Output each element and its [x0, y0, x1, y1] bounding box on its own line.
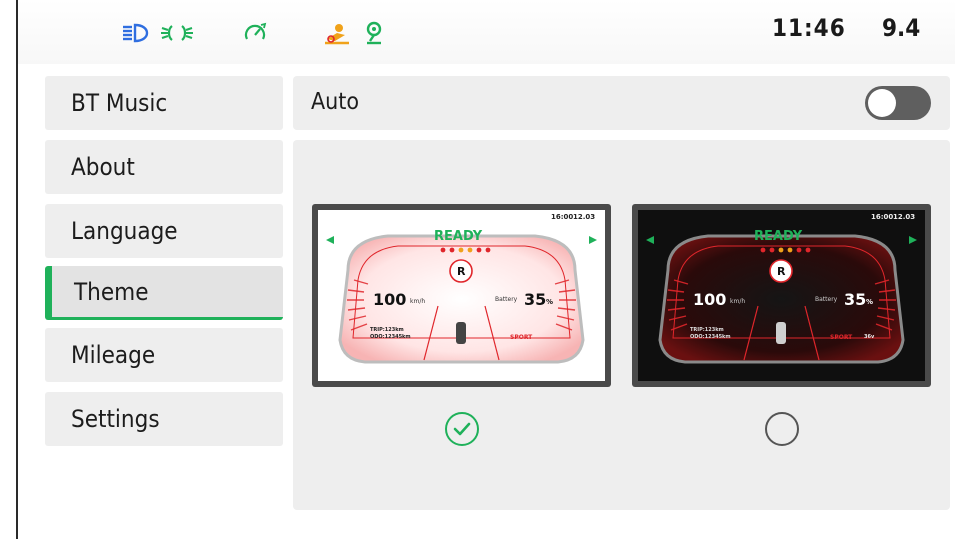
- menu-item-mileage[interactable]: Mileage: [45, 328, 283, 382]
- preview-battery-unit: %: [866, 298, 874, 306]
- auto-label: Auto: [311, 89, 360, 115]
- engine-mode-icon: [323, 20, 351, 46]
- dark-dashboard-preview: 12.03 16:00 READY R 100 km/h Battery 35 …: [638, 210, 925, 381]
- theme-thumbnail-dark[interactable]: 12.03 16:00 READY R 100 km/h Battery 35 …: [632, 204, 931, 387]
- kickstand-icon: [364, 20, 384, 46]
- preview-value: 12.03: [573, 213, 596, 221]
- theme-dark-radio[interactable]: [765, 412, 799, 446]
- clock: 11:46: [772, 14, 846, 42]
- low-beam-icon: [121, 20, 149, 46]
- preview-gear: R: [777, 265, 786, 278]
- theme-light-radio[interactable]: [445, 412, 479, 446]
- preview-trip: TRIP:123km: [370, 327, 404, 333]
- theme-options-panel: 12.03 16:00 READY R 100 km/h Battery 35 …: [293, 140, 950, 510]
- preview-battery-unit: %: [546, 298, 554, 306]
- theme-thumbnail-light[interactable]: 12.03 16:00 READY R 100 km/h Battery 35 …: [312, 204, 611, 387]
- menu-item-label: Theme: [74, 277, 149, 306]
- cruise-control-icon: [243, 20, 267, 46]
- preview-mode: SPORT: [510, 334, 533, 341]
- preview-time: 16:00: [551, 213, 574, 221]
- menu-item-label: Language: [71, 217, 178, 245]
- preview-value: 12.03: [893, 213, 916, 221]
- preview-battery: 35: [844, 290, 867, 309]
- trip-value: 9.4: [882, 14, 921, 42]
- menu-item-theme[interactable]: Theme: [45, 266, 283, 320]
- menu-item-about[interactable]: About: [45, 140, 283, 194]
- screen-edge: [16, 0, 18, 539]
- menu-item-label: BT Music: [71, 89, 168, 117]
- preview-odo: ODO:12345km: [370, 334, 411, 340]
- preview-time: 16:00: [871, 213, 894, 221]
- preview-odo: ODO:12345km: [690, 334, 731, 340]
- menu-item-label: Settings: [71, 405, 160, 433]
- auto-theme-row: Auto: [293, 76, 950, 130]
- menu-item-settings[interactable]: Settings: [45, 392, 283, 446]
- preview-speed-unit: km/h: [730, 298, 746, 305]
- menu-item-language[interactable]: Language: [45, 204, 283, 258]
- preview-speed: 100: [693, 290, 727, 309]
- preview-trip: TRIP:123km: [690, 327, 724, 333]
- toggle-knob: [868, 89, 896, 117]
- preview-mode: SPORT: [830, 334, 853, 341]
- side-light-icon: [160, 20, 194, 46]
- status-bar: 11:46 9.4: [0, 0, 955, 64]
- preview-battery: 35: [524, 290, 547, 309]
- preview-speed: 100: [373, 290, 407, 309]
- preview-speed-unit: km/h: [410, 298, 426, 305]
- preview-gear: R: [457, 265, 466, 278]
- preview-battery-label: Battery: [495, 296, 518, 303]
- auto-toggle[interactable]: [865, 86, 931, 120]
- preview-ready: READY: [434, 229, 483, 244]
- preview-voltage: 36v: [864, 334, 875, 340]
- preview-ready: READY: [754, 229, 803, 244]
- light-dashboard-preview: 12.03 16:00 READY R 100 km/h Battery 35 …: [318, 210, 605, 381]
- menu-item-bt-music[interactable]: BT Music: [45, 76, 283, 130]
- menu-item-label: Mileage: [71, 341, 156, 369]
- preview-battery-label: Battery: [815, 296, 838, 303]
- menu-item-label: About: [71, 153, 135, 181]
- check-icon: [453, 422, 471, 436]
